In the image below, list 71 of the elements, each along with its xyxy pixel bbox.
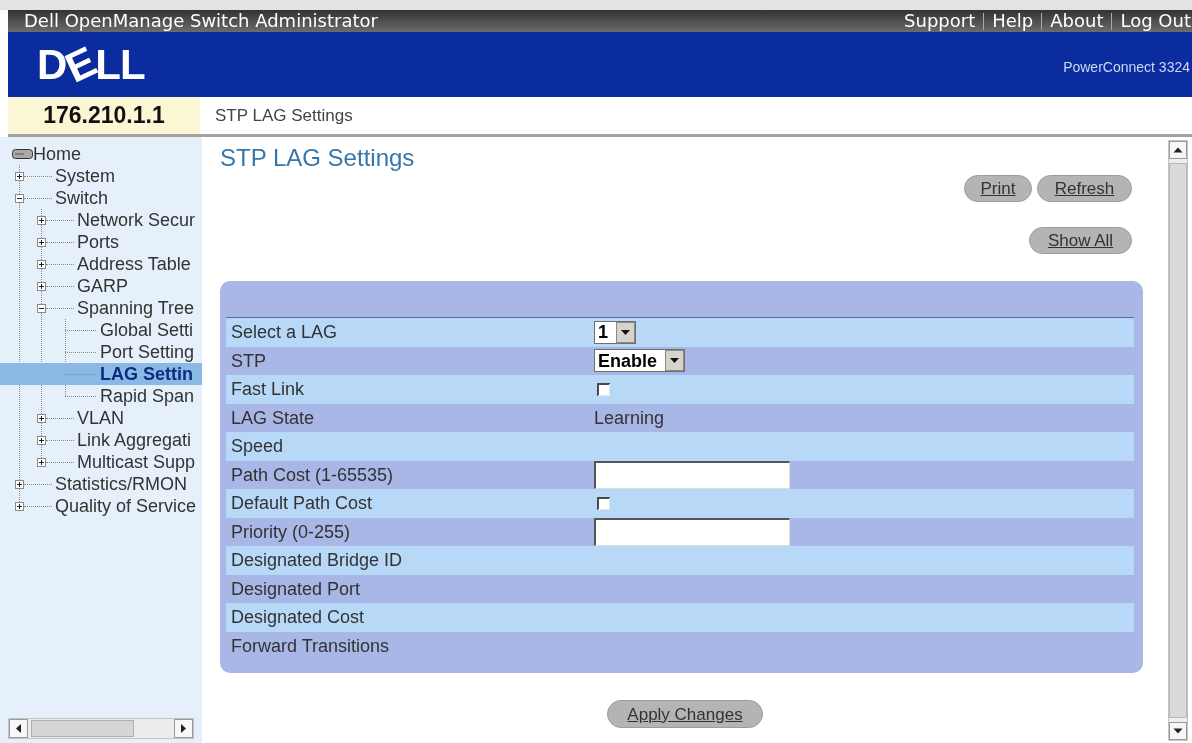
breadcrumb: STP LAG Settings <box>215 107 353 124</box>
scroll-thumb[interactable] <box>31 720 134 737</box>
text-input[interactable] <box>594 517 790 546</box>
header-link[interactable]: About <box>1042 12 1112 30</box>
tree-item[interactable]: Address Table <box>0 253 202 275</box>
field-label: Forward Transitions <box>231 636 390 655</box>
product-name: PowerConnect 3324 <box>1063 60 1191 74</box>
tree-item[interactable]: Switch <box>0 187 202 209</box>
tree-item[interactable]: Statistics/RMON <box>0 473 202 495</box>
caret-icon <box>616 321 635 343</box>
scroll-down-icon[interactable] <box>1169 722 1187 740</box>
tree-item[interactable]: Rapid Span <box>0 385 202 407</box>
tree-item[interactable]: Global Setti <box>0 319 202 341</box>
drive-icon <box>12 148 33 160</box>
header-link[interactable]: Support <box>896 12 984 30</box>
plus-box-icon[interactable] <box>37 435 46 445</box>
caret-icon <box>665 350 685 372</box>
tree-item[interactable]: Quality of Service <box>0 495 202 517</box>
show-all-button[interactable]: Show All <box>1029 227 1132 254</box>
plus-box-icon[interactable] <box>15 479 24 489</box>
tree-item[interactable]: Multicast Supp <box>0 451 202 473</box>
scroll-left-icon[interactable] <box>9 719 28 738</box>
tree-item[interactable]: Ports <box>0 231 202 253</box>
scroll-up-icon[interactable] <box>1169 141 1187 159</box>
tree-item[interactable]: VLAN <box>0 407 202 429</box>
field-value: Learning <box>594 408 665 427</box>
tree-item[interactable]: Port Setting <box>0 341 202 363</box>
header-link[interactable]: Log Out <box>1112 12 1192 30</box>
minus-box-icon[interactable] <box>37 303 46 313</box>
apply-changes-button[interactable]: Apply Changes <box>607 700 763 728</box>
scroll-thumb[interactable] <box>1169 163 1187 718</box>
field-label: LAG State <box>231 408 315 427</box>
checkbox[interactable] <box>597 496 610 510</box>
field-label: Priority (0-255) <box>231 522 351 541</box>
plus-box-icon[interactable] <box>37 413 46 423</box>
app-title: Dell OpenManage Switch Administrator <box>23 12 378 30</box>
minus-box-icon[interactable] <box>15 193 24 203</box>
print-button[interactable]: Print <box>964 175 1032 202</box>
field-label: Designated Cost <box>231 608 365 627</box>
tree-item[interactable]: Network Secur <box>0 209 202 231</box>
device-address: 176.210.1.1 <box>43 104 165 127</box>
tree-item[interactable]: GARP <box>0 275 202 297</box>
field-label: STP <box>231 351 266 370</box>
field-label: Default Path Cost <box>231 494 373 513</box>
tree-item[interactable]: LAG Settin <box>0 363 202 385</box>
tree-item[interactable]: System <box>0 165 202 187</box>
plus-box-icon[interactable] <box>15 501 24 511</box>
field-label: Designated Bridge ID <box>231 551 403 570</box>
plus-box-icon[interactable] <box>37 259 46 269</box>
field-label: Speed <box>231 437 284 456</box>
field-label: Select a LAG <box>231 323 338 342</box>
text-input[interactable] <box>594 460 790 489</box>
dropdown[interactable]: 1 <box>594 320 636 344</box>
plus-box-icon[interactable] <box>37 281 46 291</box>
field-label: Path Cost (1-65535) <box>231 465 394 484</box>
checkbox[interactable] <box>597 382 610 396</box>
page-title: STP LAG Settings <box>220 144 415 172</box>
dropdown[interactable]: Enable <box>594 349 686 373</box>
plus-box-icon[interactable] <box>15 171 24 181</box>
scroll-right-icon[interactable] <box>174 719 193 738</box>
refresh-button[interactable]: Refresh <box>1037 175 1132 202</box>
field-label: Fast Link <box>231 380 305 399</box>
logo: DELL <box>37 43 145 86</box>
tree-item[interactable]: Home <box>0 143 202 165</box>
plus-box-icon[interactable] <box>37 457 46 467</box>
plus-box-icon[interactable] <box>37 237 46 247</box>
tree-item[interactable]: Link Aggregati <box>0 429 202 451</box>
plus-box-icon[interactable] <box>37 215 46 225</box>
field-label: Designated Port <box>231 579 361 598</box>
tree-item[interactable]: Spanning Tree <box>0 297 202 319</box>
header-link[interactable]: Help <box>984 12 1042 30</box>
